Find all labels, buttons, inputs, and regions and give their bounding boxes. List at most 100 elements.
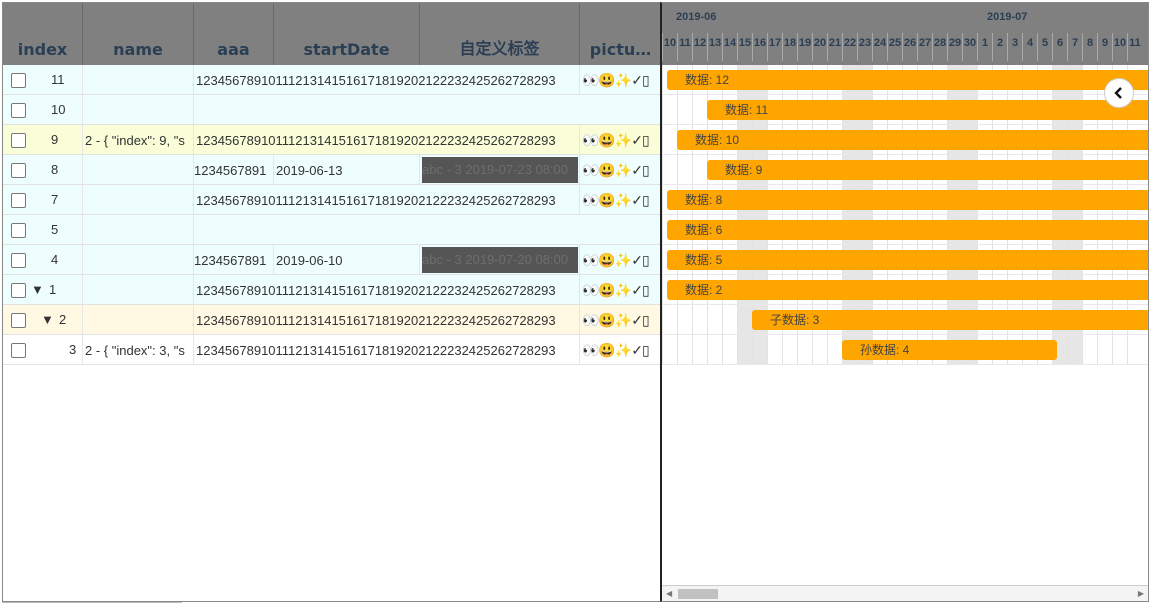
startdate-cell: 2019-06-10 xyxy=(274,245,420,275)
horizontal-scrollbar[interactable]: ◀ ▶ xyxy=(662,585,1148,601)
index-cell: 11 xyxy=(3,65,83,95)
day-label: 26 xyxy=(902,33,917,61)
scroll-right-arrow-icon[interactable]: ▶ xyxy=(1138,589,1144,598)
name-cell: 2 - { "index": 3, "s xyxy=(83,335,194,365)
index-value: 4 xyxy=(51,252,59,267)
index-value: 9 xyxy=(51,132,59,147)
gantt-bar[interactable]: 数据: 8 xyxy=(667,190,1148,210)
aaa-cell: 1234567891 xyxy=(194,155,274,185)
aaa-cell: 1234567891011121314151617181920212223242… xyxy=(194,65,580,95)
index-cell: 7 xyxy=(3,185,83,215)
name-cell xyxy=(83,95,194,125)
row-checkbox[interactable] xyxy=(11,163,26,178)
day-label: 12 xyxy=(692,33,707,61)
gantt-bar[interactable]: 数据: 11 xyxy=(707,100,1148,120)
picture-cell: 👀😃✨✓▯ xyxy=(582,131,650,148)
name-cell xyxy=(83,65,194,95)
table-row[interactable]: 3 2 - { "index": 3, "s 1234567891011121314… xyxy=(3,335,660,365)
row-checkbox[interactable] xyxy=(11,283,26,298)
day-label: 7 xyxy=(1067,33,1082,61)
scrollbar-thumb[interactable] xyxy=(678,589,718,599)
index-cell: ▼ 1 xyxy=(3,275,83,305)
tag-badge: abc - 3 2019-07-20 08:00 xyxy=(422,247,578,273)
row-checkbox[interactable] xyxy=(11,73,26,88)
gantt-bar[interactable]: 孙数据: 4 xyxy=(842,340,1057,360)
row-checkbox[interactable] xyxy=(11,313,26,328)
custom-tag-cell: abc - 3 2019-07-20 08:00 xyxy=(420,245,580,275)
day-label: 24 xyxy=(872,33,887,61)
gantt-bar[interactable]: 子数据: 3 xyxy=(752,310,1148,330)
aaa-cell: 1234567891 xyxy=(194,245,274,275)
day-label: 25 xyxy=(887,33,902,61)
name-cell xyxy=(83,275,194,305)
table-row[interactable]: 4 1234567891 2019-06-10 abc - 3 2019-07-20 … xyxy=(3,245,660,275)
day-label: 18 xyxy=(782,33,797,61)
gantt-bar[interactable]: 数据: 2 xyxy=(667,280,1148,300)
name-cell xyxy=(83,245,194,275)
table-row[interactable]: 5 xyxy=(3,215,660,245)
day-label: 3 xyxy=(1007,33,1022,61)
col-header-index[interactable]: index xyxy=(3,3,83,65)
day-label: 17 xyxy=(767,33,782,61)
col-header-aaa[interactable]: aaa xyxy=(194,3,274,65)
gantt-bar[interactable]: 数据: 5 xyxy=(667,250,1148,270)
index-value: 2 xyxy=(59,312,67,327)
expand-triangle-icon[interactable]: ▼ xyxy=(31,282,44,297)
aaa-cell: 1234567891011121314151617181920212223242… xyxy=(194,125,580,155)
day-label: 29 xyxy=(947,33,962,61)
row-checkbox[interactable] xyxy=(11,253,26,268)
gantt-body: 数据: 12 数据: 11 数据: 10 数据: 9 数据: 8 数据: 6 数据: 5 数据… xyxy=(662,65,1148,365)
index-value: 1 xyxy=(49,282,57,297)
day-label: 9 xyxy=(1097,33,1112,61)
month-label: 2019-06 xyxy=(676,11,717,23)
gantt-bar[interactable]: 数据: 10 xyxy=(677,130,1148,150)
col-header-startdate[interactable]: startDate xyxy=(274,3,420,65)
table-body: 11 12345678910111213141516171819202122232… xyxy=(3,65,660,365)
gantt-bar[interactable]: 数据: 6 xyxy=(667,220,1148,240)
day-scale: 10 11 12 13 14 15 16 17 18 19 20 21 22 23 24 25 26 27 28 29… xyxy=(662,33,1142,61)
day-label: 6 xyxy=(1052,33,1067,61)
aaa-cell: 1234567891011121314151617181920212223242… xyxy=(194,185,580,215)
table-row[interactable]: ▼ 2 12345678910111213141516171819202122232… xyxy=(3,305,660,335)
row-checkbox[interactable] xyxy=(11,103,26,118)
day-label: 28 xyxy=(932,33,947,61)
index-cell: 3 xyxy=(3,335,83,365)
day-label: 10 xyxy=(662,33,677,61)
table-row[interactable]: ▼ 1 12345678910111213141516171819202122232… xyxy=(3,275,660,305)
row-checkbox[interactable] xyxy=(11,343,26,358)
table-row[interactable]: 7 123456789101112131415161718192021222324… xyxy=(3,185,660,215)
day-label: 27 xyxy=(917,33,932,61)
col-header-custom-tag[interactable]: 自定义标签 xyxy=(420,3,580,65)
aaa-cell: 1234567891011121314151617181920212223242… xyxy=(194,335,580,365)
index-value: 11 xyxy=(51,72,65,87)
day-label: 11 xyxy=(1127,33,1142,61)
row-checkbox[interactable] xyxy=(11,193,26,208)
picture-cell: 👀😃✨✓▯ xyxy=(582,71,650,88)
collapse-button[interactable] xyxy=(1104,78,1134,108)
index-value: 5 xyxy=(51,222,59,237)
name-cell xyxy=(83,155,194,185)
table-row[interactable]: 8 1234567891 2019-06-13 abc - 3 2019-07-23 … xyxy=(3,155,660,185)
day-label: 20 xyxy=(812,33,827,61)
col-header-name[interactable]: name xyxy=(83,3,194,65)
name-cell xyxy=(83,185,194,215)
index-cell: 4 xyxy=(3,245,83,275)
index-value: 7 xyxy=(51,192,59,207)
table-row[interactable]: 10 xyxy=(3,95,660,125)
custom-tag-cell: abc - 3 2019-07-23 08:00 xyxy=(420,155,580,185)
table-row[interactable]: 11 12345678910111213141516171819202122232… xyxy=(3,65,660,95)
gantt-header: 2019-06 2019-07 10 11 12 13 14 15 16 17 18 19 20 21… xyxy=(662,3,1148,65)
expand-triangle-icon[interactable]: ▼ xyxy=(41,312,54,327)
day-label: 1 xyxy=(977,33,992,61)
gantt-bar[interactable]: 数据: 12 xyxy=(667,70,1148,90)
row-checkbox[interactable] xyxy=(11,223,26,238)
scroll-left-arrow-icon[interactable]: ◀ xyxy=(666,589,672,598)
day-label: 23 xyxy=(857,33,872,61)
gantt-bar[interactable]: 数据: 9 xyxy=(707,160,1148,180)
index-value: 8 xyxy=(51,162,59,177)
row-checkbox[interactable] xyxy=(11,133,26,148)
index-cell: 9 xyxy=(3,125,83,155)
col-header-picture[interactable]: pictu… xyxy=(580,3,660,65)
table-row[interactable]: 9 2 - { "index": 9, "s 1234567891011121314… xyxy=(3,125,660,155)
day-label: 8 xyxy=(1082,33,1097,61)
